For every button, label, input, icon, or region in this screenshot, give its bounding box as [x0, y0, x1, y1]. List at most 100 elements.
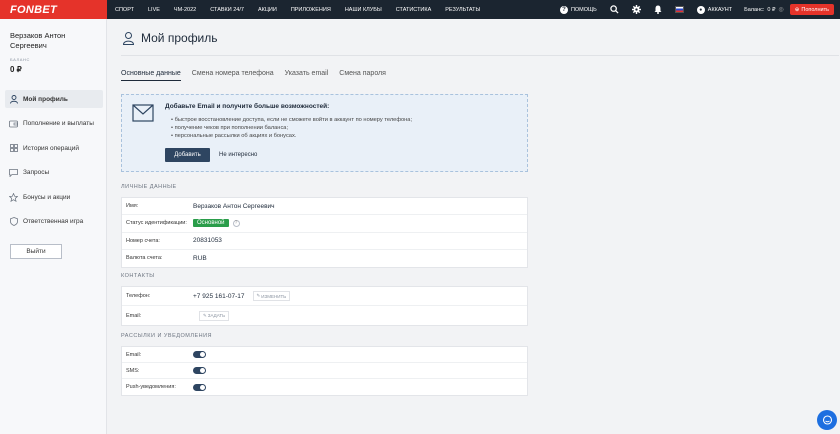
account-button[interactable]: ● АККАУНТ [696, 5, 733, 14]
tab-change-password[interactable]: Смена пароля [339, 70, 386, 81]
sidebar-item-requests[interactable]: Запросы [5, 164, 103, 182]
sidebar: Верзаков Антон Сергеевич БАЛАНС 0 ₽ Мой … [0, 19, 107, 434]
fonbet-logo[interactable]: FONBET [0, 0, 107, 19]
account-label: АККАУНТ [707, 6, 733, 13]
banner-benefit: • быстрое восстановление доступа, если н… [171, 117, 413, 123]
nav-apps[interactable]: ПРИЛОЖЕНИЯ [291, 7, 331, 13]
user-icon [123, 31, 134, 45]
push-notifications-toggle[interactable] [193, 383, 206, 391]
nav-bets247[interactable]: СТАВКИ 24/7 [210, 7, 244, 13]
settings-button[interactable] [631, 5, 641, 14]
name-row: Имя: Верзаков Антон Сергеевич [122, 198, 527, 216]
set-email-button[interactable]: ✎ ЗАДАТЬ [199, 310, 230, 321]
page-title-text: Мой профиль [141, 31, 218, 45]
identification-status-label: Статус идентификации: [126, 220, 187, 227]
identification-status-value: Основной ? [193, 219, 240, 228]
email-row: Email: ✎ ЗАДАТЬ [122, 306, 527, 325]
currency-value: RUB [193, 254, 207, 262]
email-notifications-toggle[interactable] [193, 351, 206, 358]
sidebar-item-label: Мой профиль [23, 95, 68, 103]
sidebar-item-deposits-withdrawals[interactable]: Пополнение и выплаты [5, 115, 103, 133]
banner-benefit: • получение чеков при пополнении баланса… [171, 125, 289, 131]
sidebar-item-label: История операций [23, 144, 79, 152]
phone-value: +7 925 161-07-17 ✎ ИЗМЕНИТЬ [193, 291, 291, 301]
sidebar-item-responsible-gaming[interactable]: Ответственная игра [5, 213, 103, 231]
logout-button[interactable]: Выйти [10, 244, 62, 259]
sms-notifications-row: SMS: [122, 363, 527, 379]
not-interested-button[interactable]: Не интересно [219, 152, 257, 158]
search-button[interactable] [610, 5, 619, 14]
sidebar-balance-value: 0 ₽ [10, 65, 22, 74]
user-icon [9, 94, 18, 104]
banner-benefits-list: • быстрое восстановление доступа, если н… [171, 116, 412, 140]
contacts-card: Телефон: +7 925 161-07-17 ✎ ИЗМЕНИТЬ Ema… [121, 286, 528, 326]
email-notifications-label: Email: [126, 351, 142, 358]
top-navbar: FONBET СПОРТ LIVE ЧМ-2022 СТАВКИ 24/7 АК… [0, 0, 840, 19]
help-link[interactable]: ? ПОМОЩЬ [559, 5, 597, 14]
envelope-icon [132, 104, 154, 122]
account-number-label: Номер счета: [126, 237, 160, 244]
tab-basic-data[interactable]: Основные данные [121, 70, 181, 81]
name-label: Имя: [126, 203, 139, 210]
notifications-button[interactable] [654, 5, 662, 14]
account-number-value: 20831053 [193, 237, 222, 245]
change-phone-label: ИЗМЕНИТЬ [261, 293, 287, 299]
identification-status-row: Статус идентификации: Основной ? [122, 215, 527, 233]
contacts-heading: КОНТАКТЫ [121, 273, 155, 279]
sidebar-menu: Мой профиль Пополнение и выплаты История… [5, 90, 103, 237]
shield-icon [9, 217, 18, 226]
grid-icon [9, 144, 18, 153]
question-icon[interactable]: ? [232, 219, 240, 227]
notifications-heading: РАССЫЛКИ И УВЕДОМЛЕНИЯ [121, 333, 213, 339]
nav-sport[interactable]: СПОРТ [115, 7, 134, 13]
deposit-button[interactable]: ⊕ Пополнить [789, 4, 834, 15]
main-content: Мой профиль Основные данные Смена номера… [107, 19, 840, 434]
sms-notifications-toggle[interactable] [193, 367, 206, 374]
nav-results[interactable]: РЕЗУЛЬТАТЫ [445, 7, 480, 13]
push-notifications-row: Push-уведомления: [122, 379, 527, 395]
nav-promotions[interactable]: АКЦИИ [258, 7, 277, 13]
nav-clubs[interactable]: НАШИ КЛУБЫ [345, 7, 382, 13]
chat-bubble-icon [822, 414, 832, 425]
balance-label: Баланс: [744, 6, 765, 13]
email-label: Email: [126, 312, 142, 319]
title-divider [121, 55, 839, 56]
sidebar-item-history[interactable]: История операций [5, 139, 103, 157]
chat-icon [9, 168, 18, 177]
nav-wc2022[interactable]: ЧМ-2022 [174, 7, 196, 13]
help-label: ПОМОЩЬ [570, 6, 597, 13]
sms-notifications-label: SMS: [126, 367, 140, 374]
sidebar-item-bonuses[interactable]: Бонусы и акции [5, 188, 103, 206]
nav-statistics[interactable]: СТАТИСТИКА [396, 7, 432, 13]
bell-icon [654, 5, 662, 14]
user-name: Верзаков Антон Сергеевич [10, 31, 66, 50]
push-notifications-label: Push-уведомления: [126, 384, 176, 390]
balance-display: Баланс: 0 ₽ ◎ [744, 6, 784, 14]
set-email-label: ЗАДАТЬ [207, 313, 226, 318]
star-icon [9, 192, 18, 202]
language-selector[interactable] [674, 6, 684, 13]
email-notifications-row: Email: [122, 347, 527, 363]
plus-circle-icon: ⊕ [794, 6, 800, 13]
currency-label: Валюта счета: [126, 255, 163, 262]
sidebar-item-label: Бонусы и акции [23, 193, 71, 201]
wallet-icon [9, 119, 18, 128]
tab-set-email[interactable]: Указать email [285, 70, 329, 81]
page-title: Мой профиль [123, 31, 218, 45]
support-chat-button[interactable] [817, 410, 837, 430]
sidebar-item-label: Пополнение и выплаты [23, 120, 94, 127]
header-actions: ? ПОМОЩЬ ● АККАУНТ Баланс: 0 ₽ ◎ ⊕ Попол… [559, 0, 840, 19]
name-value: Верзаков Антон Сергеевич [193, 202, 275, 210]
sidebar-item-my-profile[interactable]: Мой профиль [5, 90, 103, 108]
user-icon: ● [696, 5, 705, 14]
search-icon [610, 5, 619, 14]
change-phone-button[interactable]: ✎ ИЗМЕНИТЬ [252, 291, 291, 301]
deposit-label: Пополнить [801, 6, 829, 13]
nav-live[interactable]: LIVE [148, 7, 160, 13]
banner-title: Добавьте Email и получите больше возможн… [165, 103, 330, 110]
add-email-button[interactable]: Добавить [165, 148, 210, 162]
phone-number: +7 925 161-07-17 [193, 292, 245, 300]
tab-change-phone[interactable]: Смена номера телефона [192, 70, 274, 81]
eye-icon[interactable]: ◎ [779, 6, 784, 13]
main-nav: СПОРТ LIVE ЧМ-2022 СТАВКИ 24/7 АКЦИИ ПРИ… [107, 0, 494, 19]
